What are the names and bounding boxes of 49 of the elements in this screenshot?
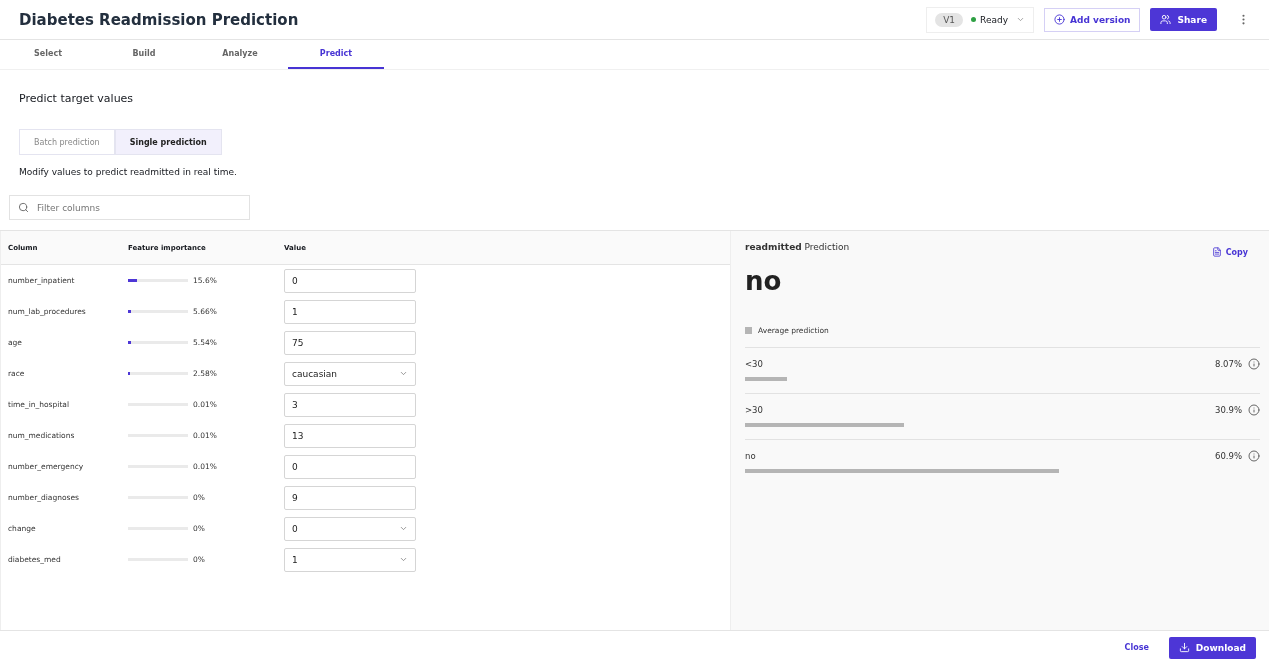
value-field[interactable]: 1 <box>284 299 416 324</box>
class-label: no <box>745 451 756 461</box>
class-percent: 60.9% <box>1215 451 1242 461</box>
value-dropdown[interactable]: caucasian <box>284 361 416 386</box>
tab[interactable]: Select <box>0 40 96 69</box>
class-label: >30 <box>745 405 763 415</box>
value-field[interactable]: 0 <box>284 454 416 479</box>
search-icon <box>18 202 29 213</box>
class-label: <30 <box>745 359 763 369</box>
info-icon[interactable] <box>1248 358 1260 370</box>
add-version-button[interactable]: Add version <box>1044 7 1141 32</box>
info-icon[interactable] <box>1248 404 1260 416</box>
tab[interactable]: Build <box>96 40 192 69</box>
description: Modify values to predict readmitted in real time. <box>19 167 238 177</box>
value-field[interactable]: 75 <box>284 330 416 355</box>
share-button[interactable]: Share <box>1150 8 1217 31</box>
close-button[interactable]: Close <box>1118 642 1155 653</box>
plus-circle-icon <box>1054 14 1066 25</box>
tab[interactable]: Analyze <box>192 40 288 69</box>
filter-field[interactable]: Filter columns <box>9 195 250 220</box>
value-field[interactable]: 9 <box>284 485 416 510</box>
caret-icon <box>399 555 408 564</box>
version-dropdown[interactable]: V1 Ready <box>926 6 1035 33</box>
legend-swatch <box>745 327 752 334</box>
document-icon <box>1211 247 1222 257</box>
class-percent: 8.07% <box>1215 359 1242 369</box>
value-dropdown[interactable]: 1 <box>284 547 416 572</box>
value-field[interactable]: 0 <box>284 268 416 293</box>
version-pill: V1 <box>935 12 964 27</box>
info-icon[interactable] <box>1248 450 1260 462</box>
caret-icon <box>399 369 408 378</box>
copy-button[interactable]: Copy <box>1205 246 1254 258</box>
people-icon <box>1160 14 1172 25</box>
class-percent: 30.9% <box>1215 405 1242 415</box>
caret-icon <box>1016 15 1026 24</box>
value-dropdown[interactable]: 0 <box>284 516 416 541</box>
status-label: Ready <box>971 14 1009 25</box>
mode-tab[interactable]: Single prediction <box>114 129 222 155</box>
caret-icon <box>399 524 408 533</box>
value-field[interactable]: 3 <box>284 392 416 417</box>
page-title: Diabetes Readmission Prediction <box>19 10 300 29</box>
download-icon <box>1178 642 1190 653</box>
section-title: Predict target values <box>19 92 135 105</box>
mode-tab[interactable]: Batch prediction <box>19 129 115 155</box>
download-button[interactable]: Download <box>1168 636 1256 659</box>
tab[interactable]: Predict <box>288 40 384 69</box>
prediction-heading: readmitted Prediction <box>745 242 850 252</box>
value-field[interactable]: 13 <box>284 423 416 448</box>
prediction-result: no <box>745 266 783 296</box>
